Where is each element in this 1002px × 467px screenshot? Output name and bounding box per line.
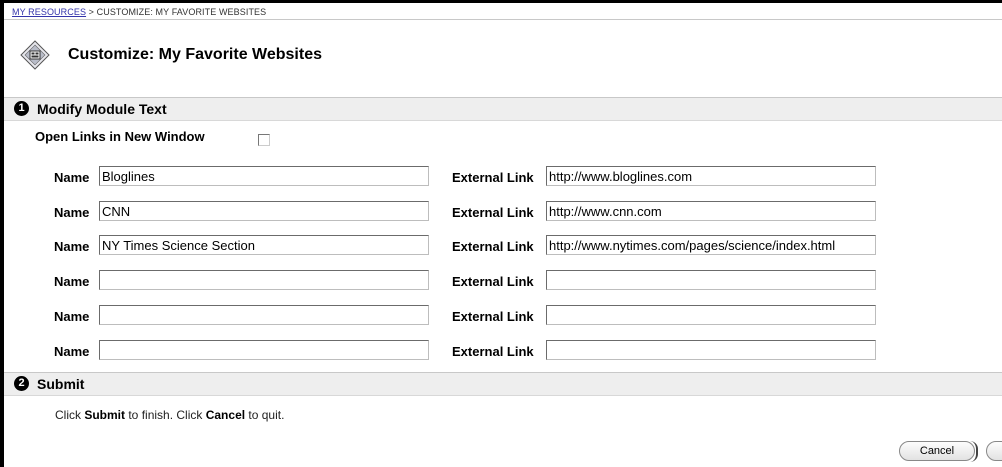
customize-module-icon	[20, 40, 50, 70]
name-label: Name	[54, 344, 90, 359]
link-row: Name External Link	[0, 201, 1002, 223]
instr-pre: Click	[55, 408, 85, 422]
cancel-button-shadow	[970, 441, 978, 462]
breadcrumb-my-resources-link[interactable]: MY RESOURCES	[12, 7, 86, 17]
name-input-3[interactable]	[99, 235, 429, 255]
name-label: Name	[54, 274, 90, 289]
name-input-2[interactable]	[99, 201, 429, 221]
breadcrumb: MY RESOURCES > CUSTOMIZE: MY FAVORITE WE…	[12, 7, 266, 17]
external-link-input-5[interactable]	[546, 305, 876, 325]
external-link-label: External Link	[452, 344, 534, 359]
submit-button[interactable]	[986, 441, 1002, 461]
external-link-input-3[interactable]	[546, 235, 876, 255]
name-input-4[interactable]	[99, 270, 429, 290]
open-links-new-window-checkbox[interactable]	[258, 134, 270, 146]
header-divider	[4, 19, 1002, 20]
external-link-label: External Link	[452, 170, 534, 185]
window-border-left	[0, 0, 4, 467]
section-header-submit: 2 Submit	[4, 372, 1002, 396]
instr-mid: to finish. Click	[125, 408, 206, 422]
external-link-input-1[interactable]	[546, 166, 876, 186]
name-label: Name	[54, 170, 90, 185]
breadcrumb-current: CUSTOMIZE: MY FAVORITE WEBSITES	[96, 7, 267, 17]
section-header-modify-module-text: 1 Modify Module Text	[4, 97, 1002, 121]
instr-post: to quit.	[245, 408, 285, 422]
page-frame: MY RESOURCES > CUSTOMIZE: MY FAVORITE WE…	[0, 0, 1002, 467]
external-link-label: External Link	[452, 309, 534, 324]
section-number-2: 2	[14, 376, 29, 391]
external-link-input-2[interactable]	[546, 201, 876, 221]
submit-instructions: Click Submit to finish. Click Cancel to …	[55, 408, 284, 422]
open-links-label: Open Links in New Window	[35, 129, 205, 144]
section-number-1: 1	[14, 101, 29, 116]
name-label: Name	[54, 239, 90, 254]
external-link-label: External Link	[452, 274, 534, 289]
cancel-button[interactable]: Cancel	[899, 441, 975, 461]
link-row: Name External Link	[0, 340, 1002, 362]
window-border-top	[0, 0, 1002, 3]
section-title-submit: Submit	[37, 376, 85, 392]
name-label: Name	[54, 309, 90, 324]
link-row: Name External Link	[0, 235, 1002, 257]
name-input-5[interactable]	[99, 305, 429, 325]
section-title-modify-module-text: Modify Module Text	[37, 101, 167, 117]
page-title: Customize: My Favorite Websites	[68, 46, 322, 63]
external-link-input-6[interactable]	[546, 340, 876, 360]
name-input-6[interactable]	[99, 340, 429, 360]
external-link-input-4[interactable]	[546, 270, 876, 290]
external-link-label: External Link	[452, 239, 534, 254]
instr-cancel-word: Cancel	[205, 408, 246, 422]
link-row: Name External Link	[0, 270, 1002, 292]
breadcrumb-separator: >	[86, 7, 97, 17]
link-row: Name External Link	[0, 305, 1002, 327]
external-link-label: External Link	[452, 205, 534, 220]
instr-submit-word: Submit	[84, 408, 126, 422]
name-input-1[interactable]	[99, 166, 429, 186]
name-label: Name	[54, 205, 90, 220]
link-row: Name External Link	[0, 166, 1002, 188]
